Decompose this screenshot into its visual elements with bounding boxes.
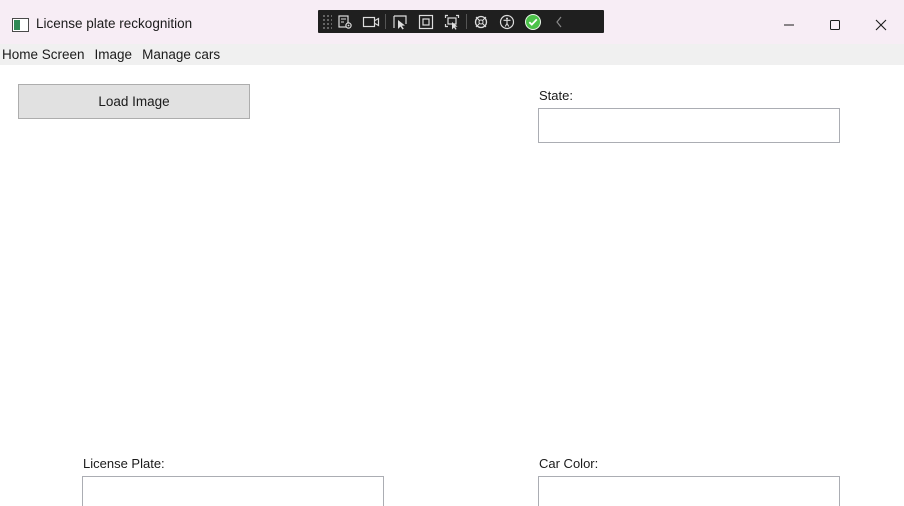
status-ok-icon[interactable]: [520, 10, 546, 33]
collapse-chevron-icon[interactable]: [546, 10, 572, 33]
menu-item-manage-cars[interactable]: Manage cars: [137, 44, 225, 65]
toolbar-separator: [466, 14, 467, 29]
title-bar[interactable]: License plate reckognition: [0, 0, 904, 44]
menu-item-image[interactable]: Image: [90, 44, 138, 65]
menu-bar: Home Screen Image Manage cars: [0, 44, 904, 65]
state-field[interactable]: [538, 108, 840, 143]
hot-reload-icon[interactable]: [468, 10, 494, 33]
track-focused-element-icon[interactable]: [439, 10, 465, 33]
license-plate-field[interactable]: [82, 476, 384, 506]
maximize-icon[interactable]: [812, 10, 858, 40]
menu-item-home-screen[interactable]: Home Screen: [0, 44, 90, 65]
xaml-debug-toolbar: [318, 10, 604, 33]
state-label: State:: [539, 88, 573, 103]
accessibility-checker-icon[interactable]: [494, 10, 520, 33]
car-color-label: Car Color:: [539, 456, 599, 471]
car-color-field[interactable]: [538, 476, 840, 506]
app-window-icon: [12, 18, 29, 32]
license-plate-label: License Plate:: [83, 456, 165, 471]
select-element-icon[interactable]: [387, 10, 413, 33]
load-image-button[interactable]: Load Image: [18, 84, 250, 119]
window-title: License plate reckognition: [36, 16, 193, 31]
close-icon[interactable]: [858, 10, 904, 40]
minimize-icon[interactable]: [766, 10, 812, 40]
toolbar-grip-icon[interactable]: [322, 14, 332, 29]
live-visual-tree-icon[interactable]: [332, 10, 358, 33]
video-record-icon[interactable]: [358, 10, 384, 33]
display-layout-adorners-icon[interactable]: [413, 10, 439, 33]
toolbar-separator: [385, 14, 386, 29]
window-controls: [766, 10, 904, 40]
